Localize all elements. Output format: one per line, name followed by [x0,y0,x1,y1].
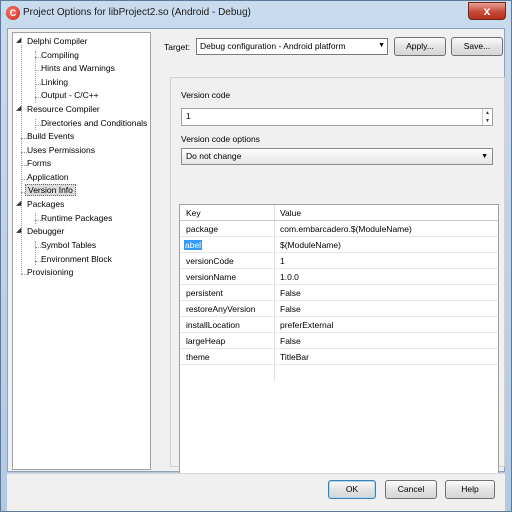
version-code-options-value: Do not change [186,151,242,161]
grid-key[interactable]: largeHeap [186,336,225,346]
table-row[interactable]: largeHeap False [180,333,498,349]
collapse-icon[interactable]: ◢ [16,37,22,45]
collapse-icon[interactable]: ◢ [16,227,22,235]
tree-item-compiling[interactable]: Compiling [39,49,81,61]
client-area: ◢ Delphi Compiler Compiling Hints and Wa… [7,28,505,484]
grid-key[interactable]: installLocation [186,320,240,330]
tree-item-resource-compiler[interactable]: Resource Compiler [25,103,102,115]
table-row[interactable]: theme TitleBar [180,349,498,365]
target-label: Target: [164,42,190,52]
version-info-grid[interactable]: Key Value package com.embarcadero.$(Modu… [179,204,499,484]
ok-button[interactable]: OK [328,480,376,499]
grid-value[interactable]: 1.0.0 [280,272,299,282]
version-code-options-label: Version code options [181,134,260,144]
dialog-button-bar: OK Cancel Help [7,473,505,511]
tree-item-symbol-tables[interactable]: Symbol Tables [39,239,98,251]
version-code-spinner[interactable]: 1 ▲ ▼ [181,108,493,126]
version-code-label: Version code [181,90,231,100]
grid-value[interactable]: $(ModuleName) [280,240,341,250]
tree-item-runtime-packages[interactable]: Runtime Packages [39,212,114,224]
spin-arrows-icon[interactable]: ▲ ▼ [482,109,492,125]
tree-item-uses-permissions[interactable]: Uses Permissions [25,144,97,156]
grid-key[interactable]: restoreAnyVersion [186,304,255,314]
options-tree[interactable]: ◢ Delphi Compiler Compiling Hints and Wa… [12,32,151,470]
grid-key-editing[interactable]: abel [184,240,203,250]
tree-item-delphi-compiler[interactable]: Delphi Compiler [25,35,89,47]
project-options-window: C Project Options for libProject2.so (An… [0,0,512,512]
help-button[interactable]: Help [445,480,495,499]
version-code-options-select[interactable]: Do not change ▼ [181,148,493,165]
grid-key[interactable]: versionName [186,272,236,282]
apply-button[interactable]: Apply... [394,37,446,56]
target-select[interactable]: Debug configuration - Android platform ▼ [196,38,388,55]
chevron-down-icon: ▼ [378,42,385,49]
grid-key[interactable]: persistent [186,288,223,298]
tree-item-version-info[interactable]: Version Info [25,184,76,196]
tree-item-directories-and-conditionals[interactable]: Directories and Conditionals [39,117,149,129]
grid-key[interactable]: package [186,224,218,234]
cancel-button[interactable]: Cancel [385,480,437,499]
table-row[interactable]: versionName 1.0.0 [180,269,498,285]
tree-item-hints-and-warnings[interactable]: Hints and Warnings [39,62,117,74]
tree-item-output[interactable]: Output - C/C++ [39,89,101,101]
grid-key[interactable]: theme [186,352,210,362]
version-code-value: 1 [186,111,191,121]
grid-header-key: Key [186,208,201,218]
grid-value[interactable]: 1 [280,256,285,266]
tree-item-application[interactable]: Application [25,171,71,183]
save-button[interactable]: Save... [451,37,503,56]
tree-item-build-events[interactable]: Build Events [25,130,76,142]
table-row[interactable]: installLocation preferExternal [180,317,498,333]
table-row[interactable]: restoreAnyVersion False [180,301,498,317]
window-title: Project Options for libProject2.so (Andr… [23,7,251,18]
target-select-value: Debug configuration - Android platform [200,41,346,51]
grid-value[interactable]: TitleBar [280,352,309,362]
collapse-icon[interactable]: ◢ [16,105,22,113]
grid-value[interactable]: False [280,304,301,314]
tree-item-forms[interactable]: Forms [25,157,53,169]
tree-item-packages[interactable]: Packages [25,198,66,210]
table-row[interactable]: persistent False [180,285,498,301]
tree-item-debugger[interactable]: Debugger [25,225,66,237]
grid-value[interactable]: False [280,336,301,346]
table-row[interactable]: versionCode 1 [180,253,498,269]
table-row[interactable]: package com.embarcadero.$(ModuleName) [180,221,498,237]
grid-value[interactable]: preferExternal [280,320,333,330]
tree-item-environment-block[interactable]: Environment Block [39,253,114,265]
grid-key[interactable]: versionCode [186,256,234,266]
table-row[interactable]: abel $(ModuleName) [180,237,498,253]
close-button[interactable]: x [468,2,506,20]
tree-item-linking[interactable]: Linking [39,76,70,88]
version-info-panel: Version code 1 ▲ ▼ Version code options D… [170,77,505,484]
tree-item-provisioning[interactable]: Provisioning [25,266,75,278]
chevron-down-icon: ▼ [481,153,488,160]
app-icon: C [6,6,20,20]
grid-header-value: Value [280,208,302,218]
collapse-icon[interactable]: ◢ [16,200,22,208]
grid-value[interactable]: com.embarcadero.$(ModuleName) [280,224,412,234]
title-bar[interactable]: C Project Options for libProject2.so (An… [1,1,511,27]
grid-value[interactable]: False [280,288,301,298]
grid-header-row: Key Value [180,205,498,221]
